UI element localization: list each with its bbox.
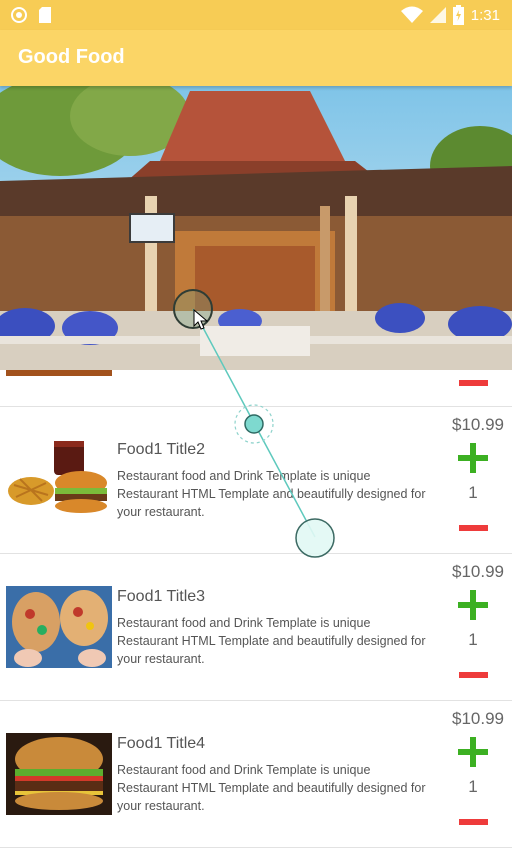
food-price: $10.99 [452, 415, 504, 434]
status-time: 1:31 [470, 6, 500, 24]
add-quantity-button[interactable] [458, 590, 488, 620]
decrease-quantity-button[interactable] [459, 819, 488, 825]
food-description: Restaurant food and Drink Template is un… [117, 469, 426, 519]
food-image-burger [6, 733, 112, 815]
food-description: Restaurant food and Drink Template is un… [117, 616, 426, 666]
hero-restaurant-image [0, 86, 512, 370]
app-bar: Good Food [0, 30, 512, 86]
list-item: Food1 Title2 Restaurant food and Drink T… [0, 407, 512, 554]
battery-charging-icon [452, 5, 464, 25]
status-left-icons [10, 6, 52, 24]
quantity-value: 1 [468, 630, 478, 649]
food-title: Food1 Title3 [117, 588, 206, 605]
food-price: $10.99 [452, 709, 504, 728]
food-list: Food1 Title2 Restaurant food and Drink T… [0, 370, 512, 848]
signal-icon [429, 7, 446, 23]
food-price: $10.99 [452, 562, 504, 581]
food-title: Food1 Title4 [117, 735, 206, 752]
app-title: Good Food [18, 46, 125, 68]
list-item: Food1 Title4 Restaurant food and Drink T… [0, 701, 512, 848]
add-quantity-button[interactable] [458, 737, 488, 767]
decrease-quantity-button[interactable] [459, 525, 488, 531]
food-image-burger-cola [6, 439, 112, 521]
status-bar: 1:31 [0, 0, 512, 30]
status-right-icons: 1:31 [400, 5, 500, 25]
wifi-icon [400, 6, 423, 23]
sd-card-icon [39, 7, 51, 23]
list-item: Food1 Title3 Restaurant food and Drink T… [0, 554, 512, 701]
food-thumbnail-partial [6, 370, 112, 376]
quantity-value: 1 [468, 777, 478, 796]
decrease-quantity-button[interactable] [459, 672, 488, 678]
food-image-waffle-cones [6, 586, 112, 668]
food-description: Restaurant food and Drink Template is un… [117, 763, 426, 813]
sync-icon [11, 7, 27, 23]
decrease-quantity-button[interactable] [459, 380, 488, 386]
list-item-partial [0, 370, 512, 407]
food-title: Food1 Title2 [117, 441, 206, 458]
quantity-value: 1 [468, 483, 478, 502]
add-quantity-button[interactable] [458, 443, 488, 473]
